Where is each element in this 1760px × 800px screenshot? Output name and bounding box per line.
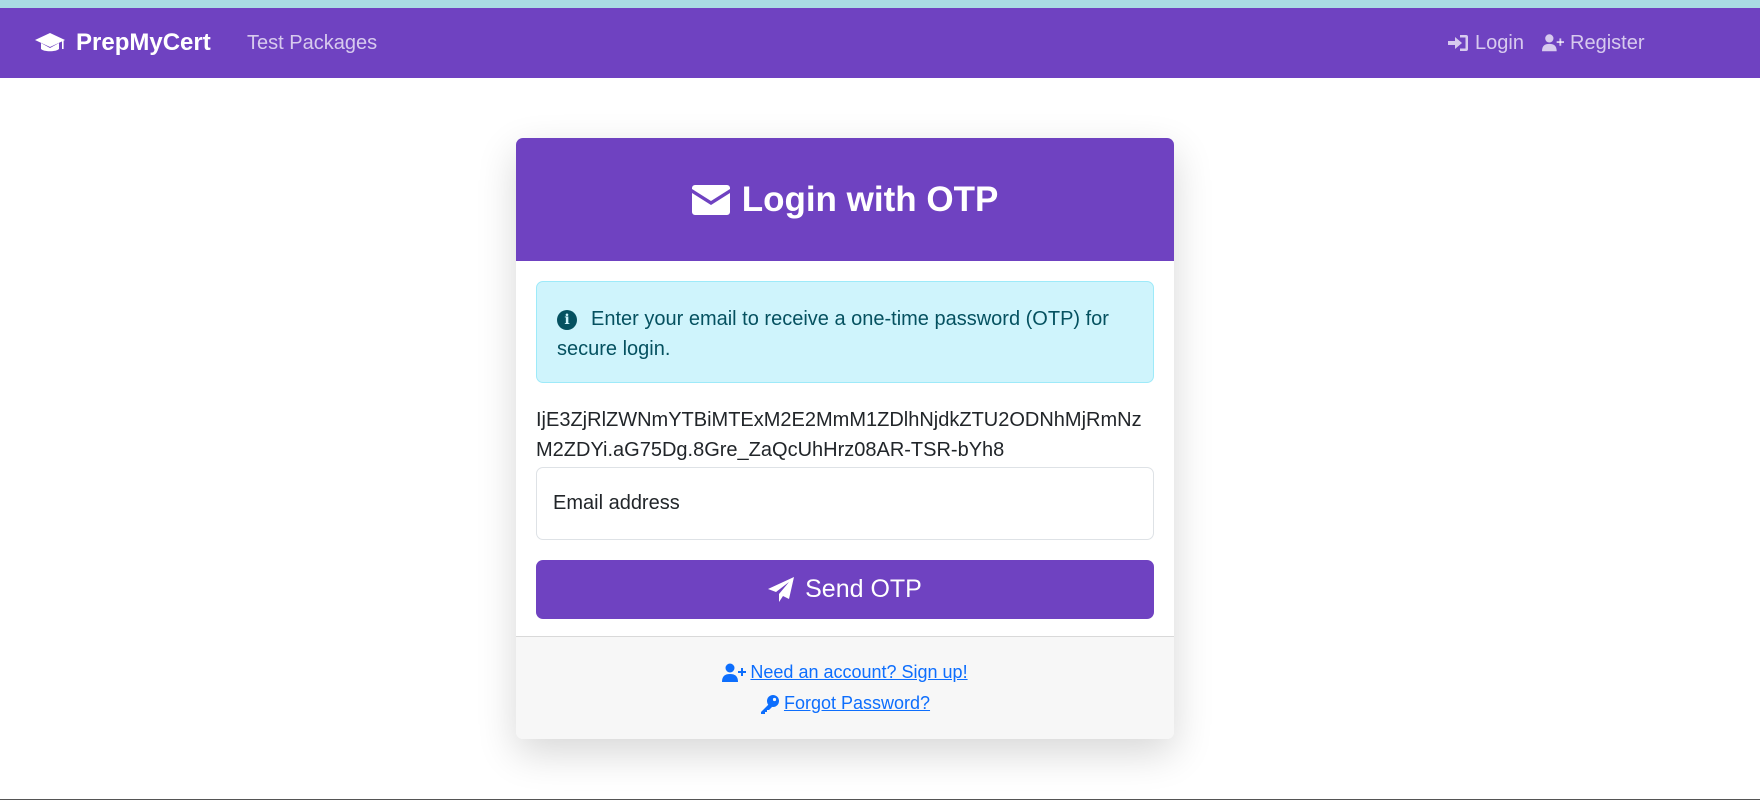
email-input[interactable]	[536, 467, 1154, 540]
nav-register-label: Register	[1570, 31, 1645, 54]
graduation-cap-icon	[35, 33, 65, 52]
top-accent-bar	[0, 0, 1760, 8]
envelope-icon	[691, 184, 730, 215]
forgot-password-label: Forgot Password?	[783, 693, 931, 713]
nav-test-packages[interactable]: Test Packages	[247, 8, 377, 78]
card-header: Login with OTP	[516, 138, 1174, 261]
sign-in-icon	[1448, 35, 1468, 51]
navbar: PrepMyCert Test Packages Login Register	[0, 8, 1760, 78]
card-body: i Enter your email to receive a one-time …	[516, 261, 1174, 636]
nav-login-label: Login	[1475, 31, 1524, 54]
brand-link[interactable]: PrepMyCert	[34, 8, 211, 78]
nav-login[interactable]: Login	[1447, 8, 1524, 78]
signup-link[interactable]: Need an account? Sign up!	[722, 662, 968, 683]
signup-link-label: Need an account? Sign up!	[750, 662, 968, 682]
paper-plane-icon	[768, 576, 795, 602]
card-title: Login with OTP	[741, 179, 999, 219]
forgot-password-link[interactable]: Forgot Password?	[760, 693, 930, 714]
info-alert: i Enter your email to receive a one-time …	[536, 281, 1154, 383]
user-plus-icon	[722, 663, 747, 682]
user-plus-icon	[1542, 34, 1564, 52]
otp-login-card: Login with OTP i Enter your email to rece…	[516, 138, 1174, 739]
alert-text: Enter your email to receive a one-time p…	[557, 308, 1109, 360]
brand-name: PrepMyCert	[76, 29, 211, 56]
nav-register[interactable]: Register	[1542, 8, 1644, 78]
send-otp-label: Send OTP	[805, 575, 922, 603]
info-circle-icon: i	[557, 310, 577, 330]
key-icon	[760, 694, 779, 714]
card-footer: Need an account? Sign up! Forgot Passwor…	[516, 636, 1174, 739]
send-otp-button[interactable]: Send OTP	[536, 560, 1154, 619]
csrf-token-text: IjE3ZjRlZWNmYTBiMTExM2E2MmM1ZDlhNjdkZTU2…	[536, 409, 1142, 461]
